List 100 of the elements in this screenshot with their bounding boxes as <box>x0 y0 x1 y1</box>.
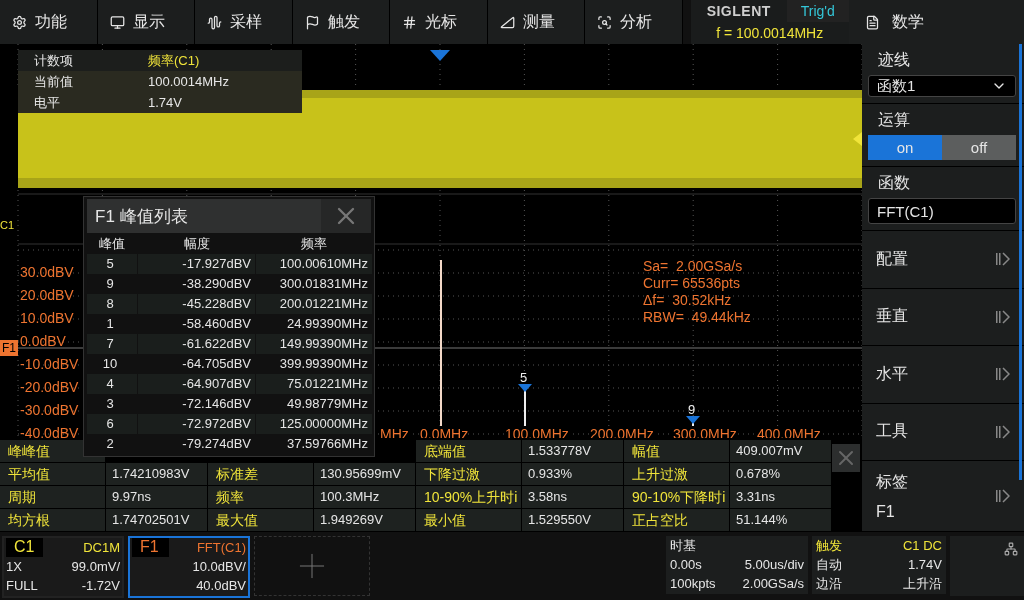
channel-box[interactable]: F1 FFT(C1) 10.0dBV/ 40.0dBV <box>128 536 250 598</box>
axis-label: 400.0MHz <box>757 426 821 439</box>
triangle-icon <box>499 14 515 30</box>
table-cell: 6 <box>87 414 137 434</box>
panel-title: 触发 <box>816 537 843 555</box>
menu-tab[interactable]: 分析 <box>585 0 683 44</box>
fft-info-text: Sa= 2.00GSa/s <box>643 258 744 275</box>
submenu-arrow-icon <box>996 252 1010 267</box>
trigger-text: 自动 <box>816 556 843 574</box>
network-button[interactable] <box>950 536 1024 596</box>
counter-label: 计数项 <box>18 50 136 71</box>
channel-text: FFT(C1) <box>195 539 246 557</box>
trace-dropdown[interactable]: 函数1 <box>868 75 1016 97</box>
measurement-value: 51.144% <box>730 509 831 532</box>
table-cell: 5 <box>87 254 137 274</box>
channel-text: 99.0mV/ <box>70 558 120 576</box>
measurement-value: 9.97ns <box>106 486 207 509</box>
close-button[interactable] <box>321 199 371 233</box>
measurement-label: 周期 <box>0 486 105 509</box>
measurement-value: 1.74210983V <box>106 463 207 486</box>
monitor-icon <box>109 14 125 30</box>
measurement-value: 3.58ns <box>522 486 623 509</box>
counter-label: 当前值 <box>18 71 136 92</box>
magnifier-icon <box>597 14 613 30</box>
trigger-text: 边沿 <box>816 575 843 593</box>
close-button[interactable] <box>832 444 860 473</box>
table-cell: 100.00610MHz <box>256 254 372 274</box>
submenu-arrow-icon <box>996 309 1010 324</box>
column-header: 频率 <box>300 235 328 253</box>
peak-marker-icon <box>518 384 532 392</box>
measurement-label: 下降过激 <box>416 463 521 486</box>
trigger-status: Trig'd <box>786 0 849 22</box>
menu-tab[interactable]: 测量 <box>487 0 586 44</box>
table-cell: 7 <box>87 334 137 354</box>
measurement-label: 10-90%上升时i <box>416 486 521 509</box>
menu-label: 迹线 <box>877 50 911 70</box>
timebase-text: 2.00GSa/s <box>741 575 804 593</box>
document-icon <box>864 14 880 30</box>
table-cell: -64.907dBV <box>138 374 255 394</box>
axis-label: -40.0dBV <box>20 426 79 439</box>
axis-label: -30.0dBV <box>20 403 79 417</box>
function-field[interactable]: FFT(C1) <box>868 198 1016 224</box>
fft-info-text: Curr= 65536pts <box>643 275 741 292</box>
menu-label: 函数 <box>877 173 911 193</box>
toggle-option[interactable]: on <box>868 135 942 160</box>
measurement-value: 1.533778V <box>522 440 623 463</box>
menu-tab[interactable]: 功能 <box>0 0 98 44</box>
measurement-label: 标准差 <box>208 463 313 486</box>
menu-label: 运算 <box>877 110 911 130</box>
submenu-label: 垂直 <box>876 306 908 327</box>
channel-marker: C1 <box>0 220 15 231</box>
fft-info-text: RBW= 49.44kHz <box>643 309 751 326</box>
measurement-label: 平均值 <box>0 463 105 486</box>
axis-label: -20.0dBV <box>20 380 79 394</box>
measurement-label: 最小值 <box>416 509 521 532</box>
frequency-readout: f = 100.0014MHz <box>715 24 825 43</box>
channel-text: 40.0dBV <box>195 577 246 595</box>
menu-tab[interactable]: 光标 <box>390 0 488 44</box>
gear-icon <box>12 14 27 30</box>
measurement-value: 0.933% <box>522 463 623 486</box>
submenu-label: 工具 <box>876 421 908 442</box>
menu-tab[interactable]: 触发 <box>292 0 391 44</box>
menu-tab[interactable]: 采样 <box>195 0 293 44</box>
axis-label: 300.0MHz <box>673 426 737 439</box>
axis-label: 200.0MHz <box>590 426 654 439</box>
channel-box[interactable]: C1 DC1M 1X 99.0mV/ FULL -1.72V <box>2 536 124 598</box>
submenu-arrow-icon <box>996 367 1010 382</box>
fft-info-text: Δf= 30.52kHz <box>643 292 733 309</box>
flag-icon <box>304 14 320 30</box>
measurement-label: 底端值 <box>416 440 521 463</box>
trigger-text: 上升沿 <box>902 575 942 593</box>
peak-label: 5 <box>520 371 528 384</box>
table-cell: -72.972dBV <box>138 414 255 434</box>
submenu-arrow-icon <box>996 424 1010 439</box>
trigger-text: 1.74V <box>907 556 942 574</box>
submenu-label: 配置 <box>876 248 908 269</box>
toggle-option[interactable]: off <box>942 135 1016 160</box>
peak-marker-icon <box>686 416 700 424</box>
table-cell: 4 <box>87 374 137 394</box>
channel-text: DC1M <box>82 539 120 557</box>
axis-label: 10.0dBV <box>20 311 74 325</box>
dialog-title: F1 峰值列表 <box>94 205 188 228</box>
submenu-arrow-icon <box>996 489 1010 503</box>
table-cell: 75.01221MHz <box>256 374 372 394</box>
column-header: 幅度 <box>182 235 211 253</box>
table-cell: -17.927dBV <box>138 254 255 274</box>
menu-tab[interactable]: 显示 <box>97 0 196 44</box>
math-marker: F1 <box>0 340 18 356</box>
measurement-value: 1.74702501V <box>106 509 207 532</box>
timebase-text: 5.00us/div <box>743 556 804 574</box>
channel-name: F1 <box>132 538 169 557</box>
axis-label: -10.0dBV <box>20 357 79 371</box>
counter-label: 电平 <box>18 92 136 113</box>
timebase-text: 0.00s <box>670 556 703 574</box>
measurement-label: 频率 <box>208 486 313 509</box>
panel-title: 时基 <box>670 537 697 555</box>
table-cell: 200.01221MHz <box>256 294 372 314</box>
measurement-label: 幅值 <box>624 440 729 463</box>
measurement-label: 正占空比 <box>624 509 729 532</box>
axis-label: 0.0dBV <box>20 334 66 348</box>
